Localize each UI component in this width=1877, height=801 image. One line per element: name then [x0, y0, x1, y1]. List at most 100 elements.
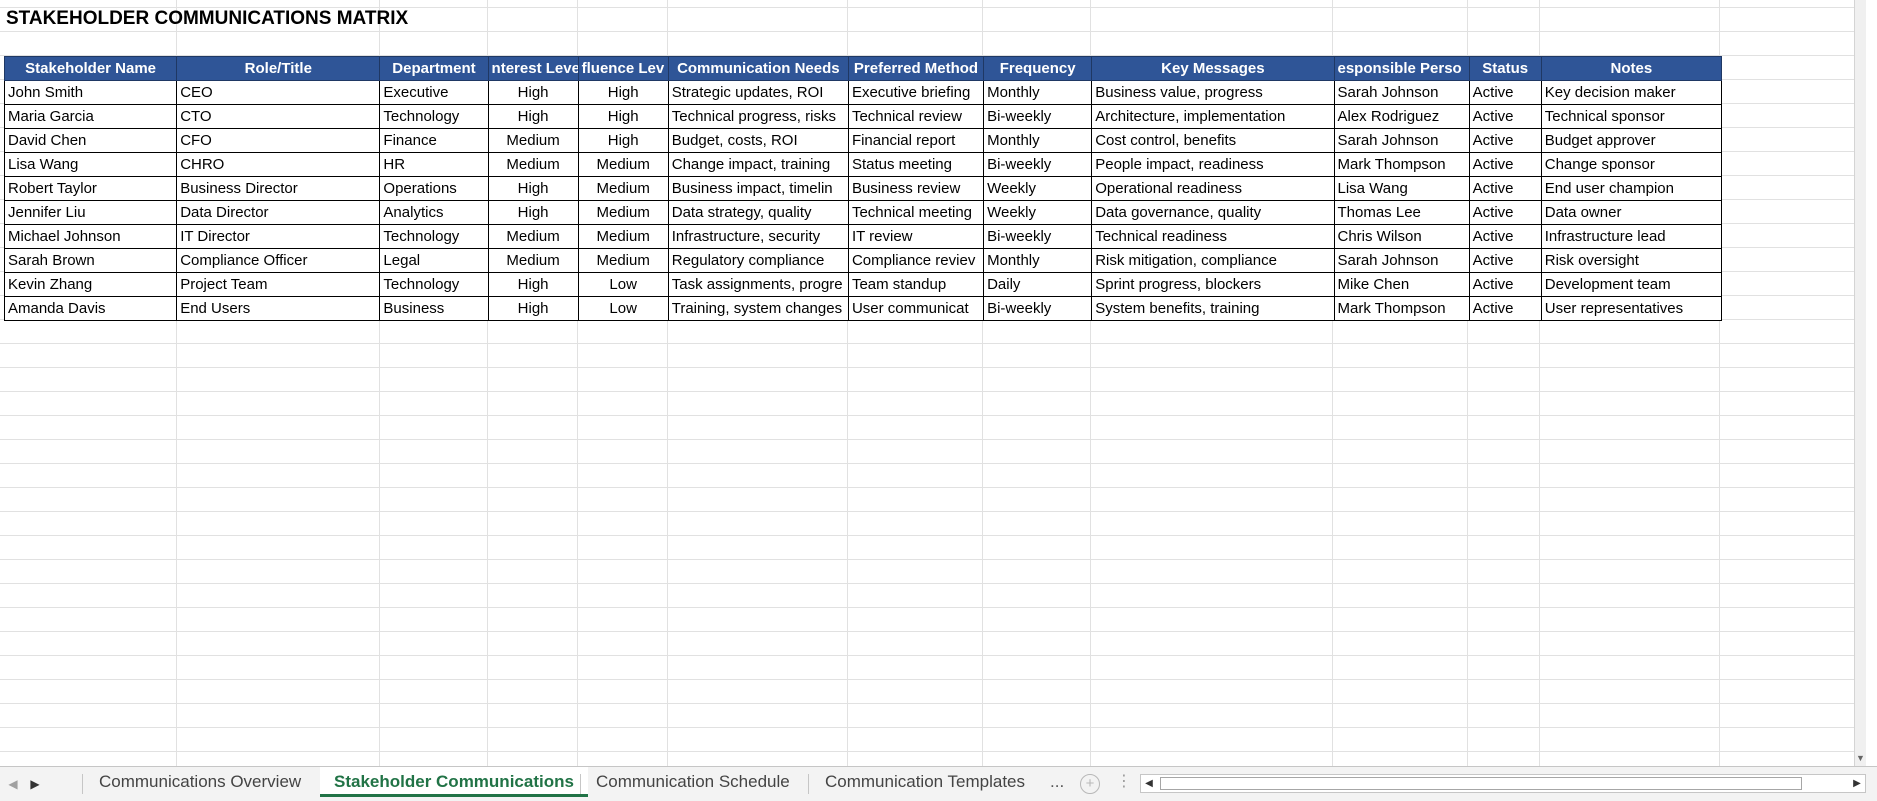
table-cell[interactable]: Lisa Wang	[1333, 176, 1470, 201]
column-header[interactable]: Notes	[1540, 56, 1723, 81]
table-cell[interactable]: CEO	[176, 80, 381, 105]
table-cell[interactable]: Active	[1468, 200, 1542, 225]
column-header[interactable]: nterest Leve	[487, 56, 579, 81]
table-cell[interactable]: High	[487, 272, 579, 297]
scroll-down-icon[interactable]: ▼	[1855, 752, 1866, 764]
table-cell[interactable]: User communicat	[847, 296, 985, 321]
table-cell[interactable]: Analytics	[379, 200, 489, 225]
table-cell[interactable]: Amanda Davis	[3, 296, 178, 321]
table-cell[interactable]: Medium	[577, 176, 669, 201]
table-cell[interactable]: Active	[1468, 176, 1542, 201]
table-cell[interactable]: End Users	[176, 296, 381, 321]
table-cell[interactable]: High	[487, 104, 579, 129]
table-cell[interactable]: High	[577, 80, 669, 105]
table-cell[interactable]: Business Director	[176, 176, 381, 201]
table-cell[interactable]: Low	[577, 296, 669, 321]
table-cell[interactable]: Robert Taylor	[3, 176, 178, 201]
table-cell[interactable]: Change sponsor	[1540, 152, 1723, 177]
table-cell[interactable]: Finance	[379, 128, 489, 153]
table-cell[interactable]: Risk mitigation, compliance	[1091, 248, 1335, 273]
table-cell[interactable]: Monthly	[983, 128, 1093, 153]
table-cell[interactable]: Status meeting	[847, 152, 985, 177]
table-cell[interactable]: IT review	[847, 224, 985, 249]
table-cell[interactable]: David Chen	[3, 128, 178, 153]
horizontal-scrollbar[interactable]: ◀ ▶	[1140, 774, 1866, 793]
table-cell[interactable]: Bi-weekly	[983, 152, 1093, 177]
table-cell[interactable]: Technical sponsor	[1540, 104, 1723, 129]
sheet-title[interactable]: STAKEHOLDER COMMUNICATIONS MATRIX	[6, 7, 408, 31]
table-cell[interactable]: Active	[1468, 248, 1542, 273]
table-cell[interactable]: Jennifer Liu	[3, 200, 178, 225]
table-cell[interactable]: Monthly	[983, 248, 1093, 273]
table-cell[interactable]: Architecture, implementation	[1091, 104, 1335, 129]
table-cell[interactable]: Technical meeting	[847, 200, 985, 225]
table-cell[interactable]: People impact, readiness	[1091, 152, 1335, 177]
column-header[interactable]: Preferred Method	[847, 56, 985, 81]
table-cell[interactable]: Technical readiness	[1091, 224, 1335, 249]
table-cell[interactable]: Medium	[577, 200, 669, 225]
table-cell[interactable]: User representatives	[1540, 296, 1723, 321]
table-cell[interactable]: Kevin Zhang	[3, 272, 178, 297]
table-cell[interactable]: HR	[379, 152, 489, 177]
table-cell[interactable]: High	[487, 296, 579, 321]
table-cell[interactable]: Business	[379, 296, 489, 321]
table-cell[interactable]: Infrastructure, security	[667, 224, 849, 249]
table-cell[interactable]: Technology	[379, 272, 489, 297]
table-cell[interactable]: Chris Wilson	[1333, 224, 1470, 249]
table-cell[interactable]: CFO	[176, 128, 381, 153]
table-cell[interactable]: Sarah Brown	[3, 248, 178, 273]
table-cell[interactable]: Bi-weekly	[983, 296, 1093, 321]
table-cell[interactable]: Active	[1468, 128, 1542, 153]
table-cell[interactable]: Compliance reviev	[847, 248, 985, 273]
table-cell[interactable]: Maria Garcia	[3, 104, 178, 129]
table-cell[interactable]: Team standup	[847, 272, 985, 297]
column-header[interactable]: esponsible Perso	[1333, 56, 1470, 81]
table-cell[interactable]: Sprint progress, blockers	[1091, 272, 1335, 297]
table-cell[interactable]: Infrastructure lead	[1540, 224, 1723, 249]
table-cell[interactable]: Legal	[379, 248, 489, 273]
table-cell[interactable]: Active	[1468, 104, 1542, 129]
table-cell[interactable]: IT Director	[176, 224, 381, 249]
column-header[interactable]: fluence Lev	[577, 56, 669, 81]
tab-communication-templates[interactable]: Communication Templates	[811, 767, 1039, 797]
tab-communications-overview[interactable]: Communications Overview	[85, 767, 315, 797]
column-header[interactable]: Key Messages	[1091, 56, 1335, 81]
table-cell[interactable]: Business impact, timelin	[667, 176, 849, 201]
table-cell[interactable]: Sarah Johnson	[1333, 80, 1470, 105]
table-cell[interactable]: John Smith	[3, 80, 178, 105]
scroll-thumb[interactable]	[1160, 777, 1802, 790]
table-cell[interactable]: Budget approver	[1540, 128, 1723, 153]
column-header[interactable]: Stakeholder Name	[3, 56, 178, 81]
table-cell[interactable]: Budget, costs, ROI	[667, 128, 849, 153]
table-cell[interactable]: Operational readiness	[1091, 176, 1335, 201]
table-cell[interactable]: Task assignments, progre	[667, 272, 849, 297]
tab-communication-schedule[interactable]: Communication Schedule	[582, 767, 804, 797]
column-header[interactable]: Communication Needs	[667, 56, 849, 81]
table-cell[interactable]: Technology	[379, 104, 489, 129]
column-header[interactable]: Department	[379, 56, 489, 81]
table-cell[interactable]: Financial report	[847, 128, 985, 153]
table-cell[interactable]: Regulatory compliance	[667, 248, 849, 273]
worksheet-grid[interactable]: STAKEHOLDER COMMUNICATIONS MATRIX Stakeh…	[0, 0, 1866, 766]
split-handle-icon[interactable]: ⋮	[1116, 771, 1132, 791]
table-cell[interactable]: Alex Rodriguez	[1333, 104, 1470, 129]
table-cell[interactable]: Medium	[577, 248, 669, 273]
table-cell[interactable]: Key decision maker	[1540, 80, 1723, 105]
table-cell[interactable]: Monthly	[983, 80, 1093, 105]
table-cell[interactable]: Weekly	[983, 176, 1093, 201]
table-cell[interactable]: Medium	[577, 152, 669, 177]
table-cell[interactable]: Mark Thompson	[1333, 152, 1470, 177]
plus-circle-icon[interactable]: +	[1080, 774, 1100, 794]
table-cell[interactable]: Data Director	[176, 200, 381, 225]
table-cell[interactable]: Active	[1468, 224, 1542, 249]
table-cell[interactable]: Active	[1468, 296, 1542, 321]
table-cell[interactable]: Bi-weekly	[983, 104, 1093, 129]
table-cell[interactable]: Medium	[487, 224, 579, 249]
table-cell[interactable]: Sarah Johnson	[1333, 128, 1470, 153]
table-cell[interactable]: CTO	[176, 104, 381, 129]
table-cell[interactable]: Thomas Lee	[1333, 200, 1470, 225]
table-cell[interactable]: Medium	[577, 224, 669, 249]
table-cell[interactable]: High	[487, 176, 579, 201]
table-cell[interactable]: High	[487, 80, 579, 105]
table-cell[interactable]: Business review	[847, 176, 985, 201]
